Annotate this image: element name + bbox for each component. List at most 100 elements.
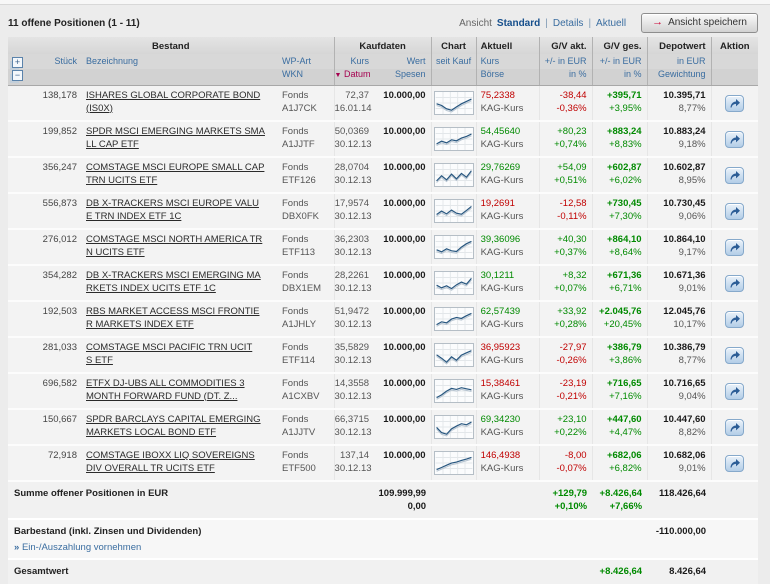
current-price: 75,2338KAG-Kurs xyxy=(476,86,539,122)
buy-price: 28,226130.12.13 xyxy=(334,265,374,301)
col-gv-ges: G/V ges. xyxy=(592,37,647,54)
action-cell xyxy=(711,86,758,122)
buy-price: 66,371530.12.13 xyxy=(334,409,374,445)
buy-price: 36,230330.12.13 xyxy=(334,229,374,265)
buy-value: 10.000,00 xyxy=(374,445,431,481)
position-name-link[interactable]: COMSTAGE MSCI EUROPE SMALL CAPTRN UCITS … xyxy=(82,157,278,193)
sparkline-chart-icon xyxy=(434,127,474,151)
buy-value: 10.000,00 xyxy=(374,193,431,229)
order-action-button[interactable] xyxy=(725,203,744,220)
sort-gv-ges-eur[interactable]: +/- in EUR xyxy=(592,54,647,69)
sort-stueck[interactable]: Stück xyxy=(34,54,82,69)
quantity: 556,873 xyxy=(34,193,82,229)
depot-value: 10.730,459,06% xyxy=(647,193,711,229)
position-name-link[interactable]: RBS MARKET ACCESS MSCI FRONTIER MARKETS … xyxy=(82,301,278,337)
buy-value: 10.000,00 xyxy=(374,301,431,337)
sort-kurs-kauf[interactable]: Kurs xyxy=(334,54,374,69)
save-view-button[interactable]: → Ansicht speichern xyxy=(641,13,758,33)
cash-row: Barbestand (inkl. Zinsen und Dividenden)… xyxy=(8,519,758,559)
action-cell xyxy=(711,409,758,445)
sort-spesen[interactable]: Spesen xyxy=(374,69,431,86)
sort-wert[interactable]: Wert xyxy=(374,54,431,69)
chart-thumbnail[interactable] xyxy=(431,157,476,193)
gv-ges: +602,87+6,02% xyxy=(592,157,647,193)
position-name-link[interactable]: ISHARES GLOBAL CORPORATE BOND(IS0X) xyxy=(82,86,278,122)
deposit-withdrawal-link[interactable]: » Ein-/Auszahlung vornehmen xyxy=(8,541,647,554)
position-name-link[interactable]: DB X-TRACKERS MSCI EMERGING MARKETS INDE… xyxy=(82,265,278,301)
collapse-all-icon[interactable]: − xyxy=(12,70,23,81)
forward-arrow-icon xyxy=(729,242,741,253)
view-aktuell[interactable]: Aktuell xyxy=(596,18,626,29)
order-action-button[interactable] xyxy=(725,131,744,148)
order-action-button[interactable] xyxy=(725,275,744,292)
chart-thumbnail[interactable] xyxy=(431,229,476,265)
depot-value: 10.671,369,01% xyxy=(647,265,711,301)
table-row: 556,873 DB X-TRACKERS MSCI EUROPE VALUE … xyxy=(8,193,758,229)
position-name-link[interactable]: ETFX DJ-UBS ALL COMMODITIES 3MONTH FORWA… xyxy=(82,373,278,409)
sort-kurs-aktuell[interactable]: Kurs xyxy=(476,54,539,69)
chart-thumbnail[interactable] xyxy=(431,337,476,373)
order-action-button[interactable] xyxy=(725,167,744,184)
sort-wp-art[interactable]: WP-Art xyxy=(278,54,334,69)
security-type: FondsETF113 xyxy=(278,229,334,265)
buy-price: 28,070430.12.13 xyxy=(334,157,374,193)
chart-thumbnail[interactable] xyxy=(431,409,476,445)
chart-seit-kauf-label: seit Kauf xyxy=(431,54,476,69)
action-cell xyxy=(711,301,758,337)
sort-wkn[interactable]: WKN xyxy=(278,69,334,86)
gv-akt: +54,09+0,51% xyxy=(539,157,592,193)
chart-thumbnail[interactable] xyxy=(431,121,476,157)
order-action-button[interactable] xyxy=(725,239,744,256)
table-row: 276,012 COMSTAGE MSCI NORTH AMERICA TRN … xyxy=(8,229,758,265)
order-action-button[interactable] xyxy=(725,347,744,364)
position-name-link[interactable]: SPDR MSCI EMERGING MARKETS SMALL CAP ETF xyxy=(82,121,278,157)
position-name-link[interactable]: COMSTAGE MSCI PACIFIC TRN UCITS ETF xyxy=(82,337,278,373)
col-aktion: Aktion xyxy=(711,37,758,54)
current-price: 146,4938KAG-Kurs xyxy=(476,445,539,481)
expand-all-icon[interactable]: + xyxy=(12,57,23,68)
sort-gv-akt-eur[interactable]: +/- in EUR xyxy=(539,54,592,69)
view-switcher: Ansicht Standard | Details | Aktuell → A… xyxy=(459,13,758,33)
depot-value: 10.682,069,01% xyxy=(647,445,711,481)
total-row: Gesamtwert +8.426,64 8.426,64 xyxy=(8,559,758,584)
chart-thumbnail[interactable] xyxy=(431,373,476,409)
view-details[interactable]: Details xyxy=(553,18,584,29)
table-row: 696,582 ETFX DJ-UBS ALL COMMODITIES 3MON… xyxy=(8,373,758,409)
forward-arrow-icon xyxy=(729,314,741,325)
chart-thumbnail[interactable] xyxy=(431,445,476,481)
order-action-button[interactable] xyxy=(725,455,744,472)
sort-gewichtung[interactable]: Gewichtung xyxy=(647,69,711,86)
sort-gv-akt-pct[interactable]: in % xyxy=(539,69,592,86)
buy-price: 35,582930.12.13 xyxy=(334,337,374,373)
sort-depot-eur[interactable]: in EUR xyxy=(647,54,711,69)
order-action-button[interactable] xyxy=(725,419,744,436)
order-action-button[interactable] xyxy=(725,311,744,328)
buy-value: 10.000,00 xyxy=(374,121,431,157)
sort-gv-ges-pct[interactable]: in % xyxy=(592,69,647,86)
security-type: FondsETF500 xyxy=(278,445,334,481)
order-action-button[interactable] xyxy=(725,95,744,112)
separator: | xyxy=(588,18,591,29)
ansicht-label: Ansicht xyxy=(459,18,492,29)
sort-bezeichnung[interactable]: Bezeichnung xyxy=(82,54,278,69)
view-standard[interactable]: Standard xyxy=(497,18,540,29)
position-name-link[interactable]: COMSTAGE MSCI NORTH AMERICA TRN UCITS ET… xyxy=(82,229,278,265)
table-row: 192,503 RBS MARKET ACCESS MSCI FRONTIER … xyxy=(8,301,758,337)
position-name-link[interactable]: SPDR BARCLAYS CAPITAL EMERGINGMARKETS LO… xyxy=(82,409,278,445)
position-name-link[interactable]: DB X-TRACKERS MSCI EUROPE VALUE TRN INDE… xyxy=(82,193,278,229)
position-name-link[interactable]: COMSTAGE IBOXX LIQ SOVEREIGNSDIV OVERALL… xyxy=(82,445,278,481)
table-row: 281,033 COMSTAGE MSCI PACIFIC TRN UCITS … xyxy=(8,337,758,373)
gv-ges: +2.045,76+20,45% xyxy=(592,301,647,337)
gv-akt: -12,58-0,11% xyxy=(539,193,592,229)
sort-boerse[interactable]: Börse xyxy=(476,69,539,86)
buy-price: 137,1430.12.13 xyxy=(334,445,374,481)
action-cell xyxy=(711,193,758,229)
buy-price: 17,957430.12.13 xyxy=(334,193,374,229)
chart-thumbnail[interactable] xyxy=(431,265,476,301)
sort-datum-active[interactable]: ▼ Datum xyxy=(334,69,374,86)
chart-thumbnail[interactable] xyxy=(431,193,476,229)
order-action-button[interactable] xyxy=(725,383,744,400)
chart-thumbnail[interactable] xyxy=(431,301,476,337)
chart-thumbnail[interactable] xyxy=(431,86,476,122)
forward-arrow-icon xyxy=(729,458,741,469)
